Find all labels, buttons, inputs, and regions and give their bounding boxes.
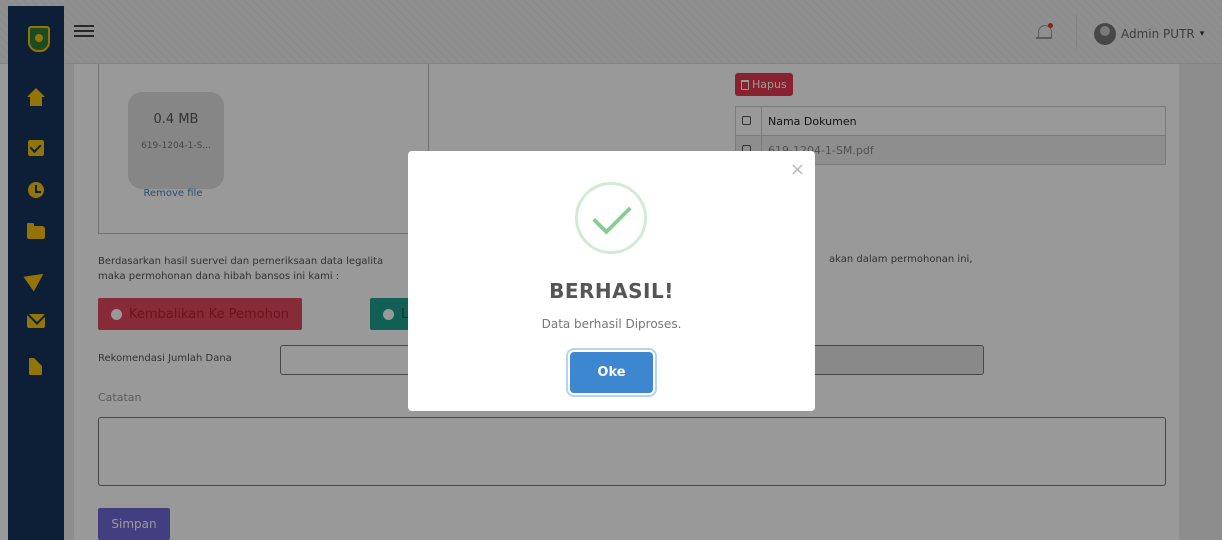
ok-button[interactable]: Oke [570, 352, 653, 393]
dialog-title: BERHASIL! [549, 279, 674, 303]
modal-backdrop[interactable]: × BERHASIL! Data berhasil Diproses. Oke [0, 0, 1222, 540]
close-icon[interactable]: × [790, 161, 805, 179]
success-check-icon [575, 182, 647, 254]
success-dialog: × BERHASIL! Data berhasil Diproses. Oke [408, 151, 815, 411]
dialog-message: Data berhasil Diproses. [541, 317, 682, 331]
